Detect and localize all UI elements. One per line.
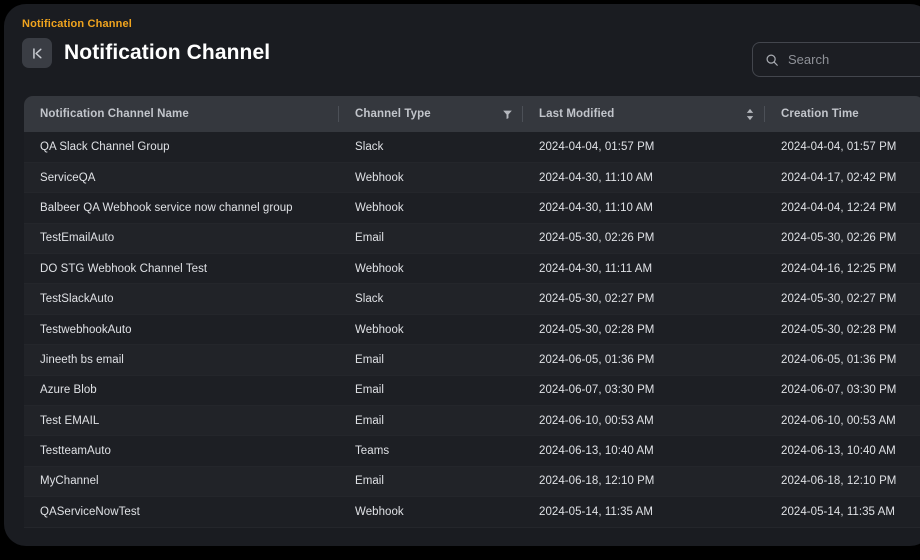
creation-time-cell: 2024-05-30, 02:27 PM <box>765 284 920 314</box>
creation-time-cell: 2024-04-16, 12:25 PM <box>765 254 920 284</box>
table-row[interactable]: TestteamAutoTeams2024-06-13, 10:40 AM202… <box>24 436 920 466</box>
creation-time-cell: 2024-05-14, 11:35 AM <box>765 497 920 527</box>
last-modified-cell: 2024-05-30, 02:27 PM <box>523 284 765 314</box>
table-row[interactable]: Test EMAILEmail2024-06-10, 00:53 AM2024-… <box>24 406 920 436</box>
channel-name-cell: DO STG Webhook Channel Test <box>24 254 339 284</box>
table-row[interactable]: TestEmailAutoEmail2024-05-30, 02:26 PM20… <box>24 223 920 253</box>
creation-time-cell: 2024-06-13, 10:40 AM <box>765 436 920 466</box>
channel-name-cell: Azure Blob <box>24 375 339 405</box>
channel-name-cell: MyChannel <box>24 466 339 496</box>
channel-type-cell: Teams <box>339 436 523 466</box>
creation-time-cell: 2024-06-18, 12:10 PM <box>765 466 920 496</box>
channel-name-cell: TestwebhookAuto <box>24 314 339 344</box>
table-row[interactable]: MyChannelEmail2024-06-18, 12:10 PM2024-0… <box>24 466 920 496</box>
column-header-label: Notification Channel Name <box>40 108 189 120</box>
table-row[interactable]: DO STG Webhook Channel TestWebhook2024-0… <box>24 254 920 284</box>
channel-type-cell: Email <box>339 406 523 436</box>
channel-type-cell: Email <box>339 345 523 375</box>
column-header-name[interactable]: Notification Channel Name <box>24 96 339 132</box>
last-modified-cell: 2024-06-10, 00:53 AM <box>523 406 765 436</box>
table-body: QA Slack Channel GroupSlack2024-04-04, 0… <box>24 132 920 527</box>
table-row[interactable]: TestSlackAutoSlack2024-05-30, 02:27 PM20… <box>24 284 920 314</box>
table-row[interactable]: Jineeth bs emailEmail2024-06-05, 01:36 P… <box>24 345 920 375</box>
last-modified-cell: 2024-04-30, 11:10 AM <box>523 193 765 223</box>
filter-icon[interactable] <box>502 109 513 120</box>
column-header-type[interactable]: Channel Type <box>339 96 523 132</box>
last-modified-cell: 2024-06-07, 03:30 PM <box>523 375 765 405</box>
creation-time-cell: 2024-06-10, 00:53 AM <box>765 406 920 436</box>
table-row[interactable]: QAServiceNowTestWebhook2024-05-14, 11:35… <box>24 497 920 527</box>
channel-type-cell: Email <box>339 466 523 496</box>
channel-name-cell: QAServiceNowTest <box>24 497 339 527</box>
channel-type-cell: Email <box>339 375 523 405</box>
search-input[interactable] <box>752 42 920 77</box>
collapse-left-icon[interactable] <box>22 38 52 68</box>
search-field[interactable] <box>788 52 920 67</box>
creation-time-cell: 2024-05-30, 02:26 PM <box>765 223 920 253</box>
channel-name-cell: TestEmailAuto <box>24 223 339 253</box>
channel-name-cell: TestteamAuto <box>24 436 339 466</box>
creation-time-cell: 2024-05-30, 02:28 PM <box>765 314 920 344</box>
channel-name-cell: TestSlackAuto <box>24 284 339 314</box>
notification-channel-table: Notification Channel Name Channel Type <box>24 96 920 528</box>
creation-time-cell: 2024-06-07, 03:30 PM <box>765 375 920 405</box>
table-row[interactable]: Azure BlobEmail2024-06-07, 03:30 PM2024-… <box>24 375 920 405</box>
channel-name-cell: QA Slack Channel Group <box>24 132 339 162</box>
column-header-creation-time[interactable]: Creation Time <box>765 96 920 132</box>
table-row[interactable]: ServiceQAWebhook2024-04-30, 11:10 AM2024… <box>24 162 920 192</box>
channel-type-cell: Email <box>339 223 523 253</box>
sort-icon[interactable] <box>745 108 755 121</box>
channel-type-cell: Webhook <box>339 254 523 284</box>
last-modified-cell: 2024-06-13, 10:40 AM <box>523 436 765 466</box>
column-header-label: Creation Time <box>781 108 859 120</box>
channel-type-cell: Slack <box>339 132 523 162</box>
last-modified-cell: 2024-05-14, 11:35 AM <box>523 497 765 527</box>
channel-type-cell: Slack <box>339 284 523 314</box>
channel-type-cell: Webhook <box>339 314 523 344</box>
last-modified-cell: 2024-04-30, 11:10 AM <box>523 162 765 192</box>
page-header: Notification Channel <box>22 38 270 68</box>
channel-type-cell: Webhook <box>339 193 523 223</box>
channel-name-cell: Jineeth bs email <box>24 345 339 375</box>
channel-type-cell: Webhook <box>339 162 523 192</box>
last-modified-cell: 2024-05-30, 02:26 PM <box>523 223 765 253</box>
app-root: Notification Channel Notification Channe… <box>0 0 920 560</box>
table-row[interactable]: TestwebhookAutoWebhook2024-05-30, 02:28 … <box>24 314 920 344</box>
last-modified-cell: 2024-04-04, 01:57 PM <box>523 132 765 162</box>
column-header-label: Channel Type <box>355 108 431 120</box>
channel-name-cell: Test EMAIL <box>24 406 339 436</box>
column-header-label: Last Modified <box>539 108 614 120</box>
column-header-last-modified[interactable]: Last Modified <box>523 96 765 132</box>
creation-time-cell: 2024-04-04, 01:57 PM <box>765 132 920 162</box>
table-row[interactable]: QA Slack Channel GroupSlack2024-04-04, 0… <box>24 132 920 162</box>
channel-name-cell: Balbeer QA Webhook service now channel g… <box>24 193 339 223</box>
creation-time-cell: 2024-06-05, 01:36 PM <box>765 345 920 375</box>
page-panel: Notification Channel Notification Channe… <box>4 4 920 546</box>
table-header-row: Notification Channel Name Channel Type <box>24 96 920 132</box>
last-modified-cell: 2024-04-30, 11:11 AM <box>523 254 765 284</box>
channel-type-cell: Webhook <box>339 497 523 527</box>
last-modified-cell: 2024-06-05, 01:36 PM <box>523 345 765 375</box>
creation-time-cell: 2024-04-17, 02:42 PM <box>765 162 920 192</box>
breadcrumb[interactable]: Notification Channel <box>22 18 132 30</box>
creation-time-cell: 2024-04-04, 12:24 PM <box>765 193 920 223</box>
table-row[interactable]: Balbeer QA Webhook service now channel g… <box>24 193 920 223</box>
channel-name-cell: ServiceQA <box>24 162 339 192</box>
last-modified-cell: 2024-05-30, 02:28 PM <box>523 314 765 344</box>
search-icon <box>765 53 779 67</box>
page-title: Notification Channel <box>64 41 270 65</box>
last-modified-cell: 2024-06-18, 12:10 PM <box>523 466 765 496</box>
